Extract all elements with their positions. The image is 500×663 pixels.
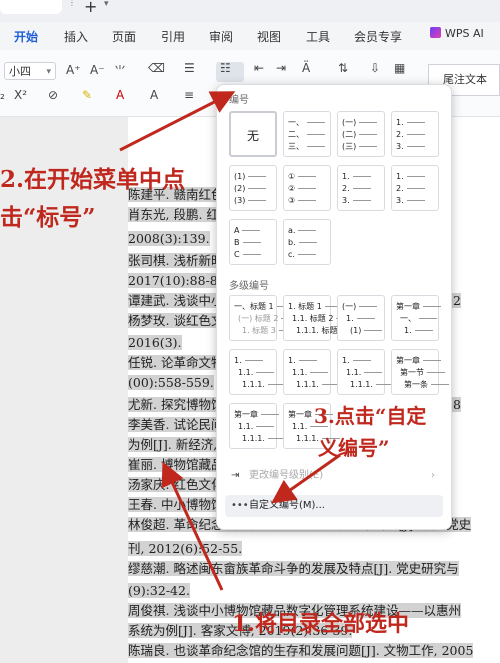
annotation-step1: 1.将目录全部选中: [232, 611, 409, 637]
annotation-step3: 3.点击“自定: [314, 404, 427, 428]
arrow-to-numbering: [119, 91, 236, 152]
arrow-to-document: [161, 461, 224, 591]
annotation-step3b: 义编号”: [318, 436, 390, 460]
annotation-step2b: 击“标号”: [0, 204, 96, 231]
annotation-step2: 2.在开始菜单中点: [0, 166, 186, 193]
arrow-to-custom-numbering: [271, 453, 341, 504]
annotation-arrows: [119, 91, 341, 591]
